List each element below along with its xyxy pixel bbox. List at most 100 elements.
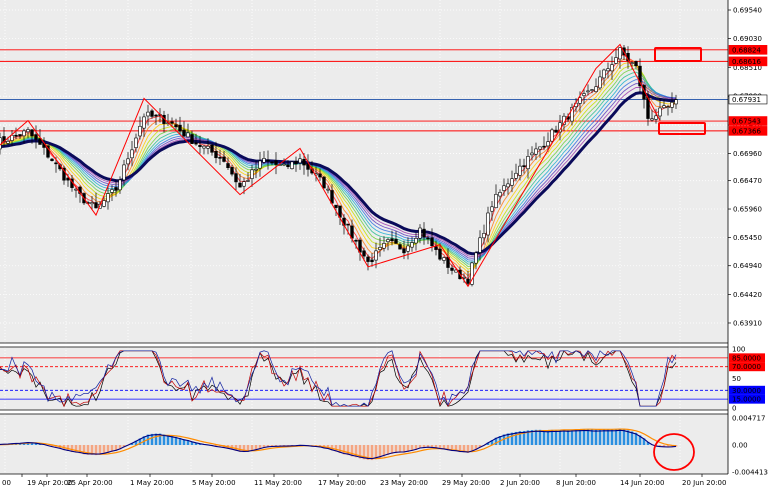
candle-body	[514, 172, 518, 179]
candle-body	[126, 158, 130, 165]
candle-body	[182, 129, 186, 137]
price-tag-label: 0.68616	[732, 58, 761, 66]
y-tick-label: 0.69030	[733, 35, 762, 43]
candle-body	[422, 228, 426, 238]
candle-body	[438, 248, 442, 260]
candle-body	[650, 118, 654, 121]
candle-body	[14, 134, 18, 137]
candle-body	[290, 161, 294, 169]
candle-body	[670, 102, 674, 108]
candle-body	[610, 64, 614, 72]
x-tick-label: 20 Jun 20:00	[682, 479, 726, 487]
candle-body	[322, 176, 326, 189]
candle-body	[382, 243, 386, 249]
candle-body	[142, 116, 146, 129]
x-tick-label: 8 Jun 20:00	[556, 479, 596, 487]
candle-body	[34, 134, 38, 140]
candle-body	[430, 237, 434, 247]
macd-bar	[574, 429, 578, 445]
macd-bar	[622, 429, 626, 445]
candle-body	[490, 206, 494, 212]
candle-body	[630, 62, 634, 64]
candle-body	[442, 257, 446, 261]
candle-body	[122, 164, 126, 181]
candle-body	[226, 163, 230, 169]
candle-body	[390, 238, 394, 241]
candle-body	[50, 158, 54, 161]
candle-body	[666, 106, 670, 108]
candle-body	[386, 239, 390, 243]
candle-body	[262, 158, 266, 163]
y-tick-label: 0.66960	[733, 150, 762, 158]
x-tick-label: 23 May 20:00	[380, 479, 428, 487]
y-tick-label: 0.64940	[733, 262, 762, 270]
candle-body	[194, 142, 198, 145]
candle-body	[594, 86, 598, 92]
candle-body	[526, 156, 530, 170]
candle-body	[498, 192, 502, 197]
candle-body	[302, 158, 306, 166]
candle-body	[606, 68, 610, 72]
candle-body	[238, 182, 242, 188]
candle-body	[366, 256, 370, 262]
osc-tick-label: 100	[732, 346, 745, 354]
candle-body	[466, 278, 470, 284]
candle-body	[22, 130, 26, 137]
macd-bar	[566, 429, 570, 445]
osc-tick-label: 85.0000	[732, 354, 761, 362]
candle-body	[270, 161, 274, 164]
candle-body	[202, 145, 206, 149]
candle-body	[410, 242, 414, 248]
macd-bar	[606, 429, 610, 445]
macd-bar	[538, 429, 542, 445]
macd-bar	[534, 429, 538, 445]
candle-body	[282, 163, 286, 166]
macd-bar	[570, 429, 574, 445]
macd-bar	[562, 429, 566, 445]
candle-body	[134, 137, 138, 148]
candle-body	[234, 173, 238, 183]
candle-body	[550, 129, 554, 142]
candle-body	[374, 250, 378, 261]
osc-tick-label: 70.0000	[732, 363, 761, 371]
candle-body	[150, 110, 154, 117]
candle-body	[398, 244, 402, 250]
candle-body	[474, 252, 478, 264]
candle-body	[242, 181, 246, 187]
candle-body	[378, 246, 382, 250]
x-tick-label: 14 Jun 20:00	[620, 479, 664, 487]
candle-body	[6, 140, 10, 144]
candle-body	[450, 267, 454, 271]
candle-body	[326, 188, 330, 191]
candle-body	[538, 146, 542, 150]
candle-body	[654, 115, 658, 120]
candle-body	[362, 250, 366, 257]
macd-bar	[546, 430, 550, 445]
macd-bar	[582, 428, 586, 445]
candle-body	[90, 202, 94, 205]
macd-bar	[542, 430, 546, 445]
candle-body	[222, 156, 226, 162]
candle-body	[354, 239, 358, 242]
candle-body	[414, 238, 418, 244]
candle-body	[138, 125, 142, 137]
oscillator-panel[interactable]	[0, 347, 728, 410]
candle-body	[154, 114, 158, 117]
candle-body	[230, 167, 234, 175]
price-tag-label: 0.67543	[732, 118, 761, 126]
price-tag-label: 0.67931	[732, 96, 761, 104]
macd-bar	[598, 429, 602, 445]
candle-body	[174, 124, 178, 128]
candle-body	[598, 76, 602, 89]
candle-body	[506, 183, 510, 188]
macd-bar	[590, 429, 594, 445]
osc-tick-label: 30.0000	[732, 387, 761, 395]
x-tick-label: 5 May 20:00	[192, 479, 236, 487]
candle-body	[146, 111, 150, 117]
candle-body	[486, 212, 490, 236]
x-tick-label: 2 Jun 20:00	[500, 479, 540, 487]
candle-body	[266, 159, 270, 162]
macd-tick-label: -0.004413	[732, 469, 768, 477]
y-tick-label: 0.69540	[733, 7, 762, 15]
candle-body	[186, 132, 190, 138]
